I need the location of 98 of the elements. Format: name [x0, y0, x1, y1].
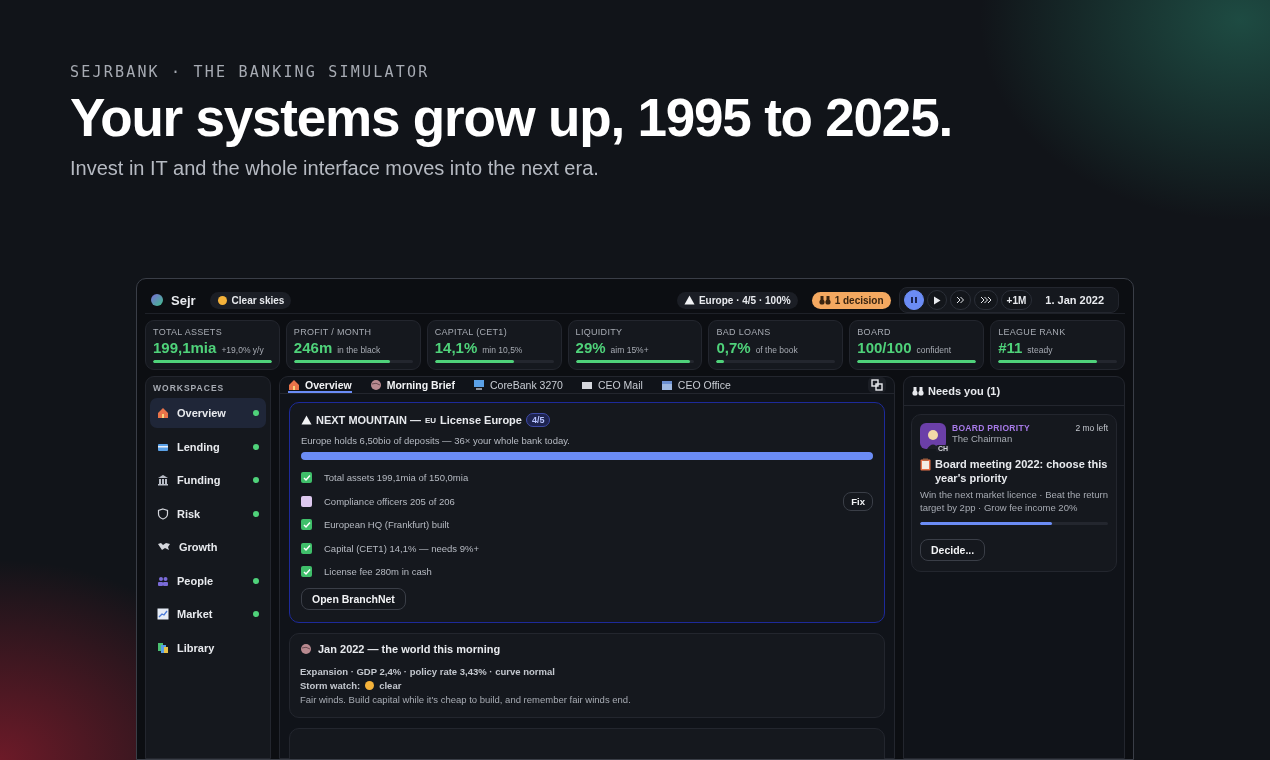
stat-value: 0,7%: [716, 339, 751, 356]
calendar-icon: [660, 379, 673, 391]
headline: Your systems grow up, 1995 to 2025.: [70, 89, 953, 148]
decision-title: Board meeting 2022: choose this year's priority: [935, 457, 1108, 485]
sidebar-item[interactable]: Market: [150, 599, 266, 629]
house-icon: [157, 407, 169, 419]
logo-icon: [151, 294, 163, 306]
open-branchnet-button[interactable]: Open BranchNet: [301, 587, 406, 610]
sidebar-title: WORKSPACES: [152, 383, 226, 395]
stat-label: LIQUIDITY: [575, 327, 624, 337]
stat-label: TOTAL ASSETS: [153, 327, 223, 337]
bank-icon: [157, 474, 169, 486]
globe-icon: [369, 379, 382, 391]
tab[interactable]: Overview: [288, 377, 352, 393]
house-icon: [288, 379, 300, 391]
skip-month-button[interactable]: +1M: [1000, 290, 1033, 310]
checklist-item: Capital (CET1) 14,1% — needs 9%+: [324, 542, 479, 554]
sidebar-item[interactable]: Risk: [150, 498, 266, 529]
windows-icon: [871, 379, 883, 391]
sidebar-item[interactable]: Overview: [150, 398, 266, 428]
stat-note: aim 15%+: [610, 345, 649, 355]
sidebar-item[interactable]: People: [150, 565, 266, 596]
weather-text: Clear skies: [231, 294, 285, 306]
eyebrow-text: SEJRBANK · THE BANKING SIMULATOR: [70, 63, 431, 81]
storm-value: clear: [379, 678, 402, 693]
checklist-item: Total assets 199,1mia of 150,0mia: [324, 472, 469, 484]
binoculars-icon: [818, 295, 831, 305]
people-icon: [157, 574, 169, 587]
stat-label: LEAGUE RANK: [998, 327, 1067, 337]
binoculars-icon: [912, 386, 924, 396]
stat-label: PROFIT / MONTH: [293, 327, 373, 337]
stat-note: in the black: [337, 345, 381, 355]
stat-value: 14,1%: [434, 339, 478, 356]
mountain-icon: [683, 295, 695, 305]
clipboard-icon: [920, 458, 931, 471]
panel-title: Needs you (1): [928, 385, 1001, 397]
pause-icon: [909, 296, 918, 304]
stat-label: BAD LOANS: [716, 327, 772, 337]
sidebar-item[interactable]: Growth: [150, 532, 266, 562]
books-icon: [157, 641, 169, 654]
decision-button[interactable]: 1 decision: [811, 291, 891, 309]
mountain-progress-text: Europe · 4/5 · 100%: [698, 294, 791, 306]
economy-text: Expansion · GDP 2,4% · policy rate 3,43% · curve normal: [300, 664, 556, 679]
pause-button[interactable]: [903, 290, 924, 310]
tab[interactable]: CoreBank 3270: [472, 379, 563, 391]
computer-icon: [472, 379, 485, 391]
decision-description: Win the next market licence · Beat the return target by 2pp · Grow fee income 20%: [920, 488, 1108, 514]
app-name: Sejr: [171, 292, 196, 308]
deadline-text: 2 mo left: [1075, 423, 1108, 433]
card-title: NEXT MOUNTAIN —: [316, 414, 421, 426]
stat-value: 246m: [293, 339, 333, 356]
shield-icon: [157, 507, 169, 520]
stat-note: of the book: [755, 345, 798, 355]
tab[interactable]: CEO Office: [660, 379, 731, 391]
stat-note: confident: [916, 345, 952, 355]
license-name: License Europe: [440, 414, 522, 426]
chart-icon: [157, 608, 169, 620]
stat-label: CAPITAL (CET1): [434, 327, 508, 337]
stat-note: min 10,5%: [482, 345, 523, 355]
sun-icon: [364, 680, 376, 691]
sidebar-item[interactable]: Funding: [150, 465, 266, 495]
windows-button[interactable]: [868, 377, 886, 393]
tab[interactable]: CEO Mail: [580, 379, 643, 391]
checklist-item: European HQ (Frankfurt) built: [324, 519, 450, 531]
decide-button[interactable]: Decide...: [920, 539, 986, 561]
storm-label: Storm watch:: [300, 678, 361, 693]
sidebar-item[interactable]: Library: [150, 632, 266, 663]
region-code: EU: [424, 415, 437, 425]
fast-forward-button[interactable]: [949, 290, 971, 310]
play-button[interactable]: [926, 290, 947, 310]
stat-label: BOARD: [857, 327, 892, 337]
date-text: 1. Jan 2022: [1044, 294, 1105, 306]
envelope-icon: [580, 379, 593, 391]
brief-note: Fair winds. Build capital while it's cheap to build, and remember fair winds end.: [300, 692, 632, 707]
subtitle: Invest in IT and the whole interface moves into the next era.: [70, 157, 600, 181]
card-title: Jan 2022 — the world this morning: [318, 642, 501, 655]
tab[interactable]: Morning Brief: [369, 379, 455, 391]
description-text: Europe holds 6,50bio of deposits — 36× your whole bank today.: [301, 435, 571, 446]
stat-value: 29%: [575, 339, 606, 356]
stat-value: 100/100: [857, 339, 912, 356]
category-label: BOARD PRIORITY: [952, 423, 1030, 433]
mountain-icon: [301, 415, 312, 425]
sender-name: The Chairman: [952, 433, 1014, 444]
triple-chevron-icon: [979, 296, 992, 304]
step-badge: 4/5: [525, 413, 551, 427]
double-chevron-icon: [955, 296, 965, 304]
checklist-item: License fee 280m in cash: [324, 566, 432, 578]
globe-icon: [300, 642, 312, 655]
stat-value: 199,1mia: [153, 339, 217, 356]
fix-button[interactable]: Fix: [843, 491, 873, 511]
checklist-item: Compliance officers 205 of 206: [324, 495, 455, 507]
stat-note: +19,0% y/y: [221, 345, 264, 355]
sun-icon: [216, 294, 228, 306]
faster-button[interactable]: [973, 290, 998, 310]
stat-note: steady: [1027, 345, 1053, 355]
sidebar-item[interactable]: Lending: [150, 431, 266, 462]
play-icon: [932, 295, 941, 305]
stat-value: #11: [998, 339, 1023, 356]
